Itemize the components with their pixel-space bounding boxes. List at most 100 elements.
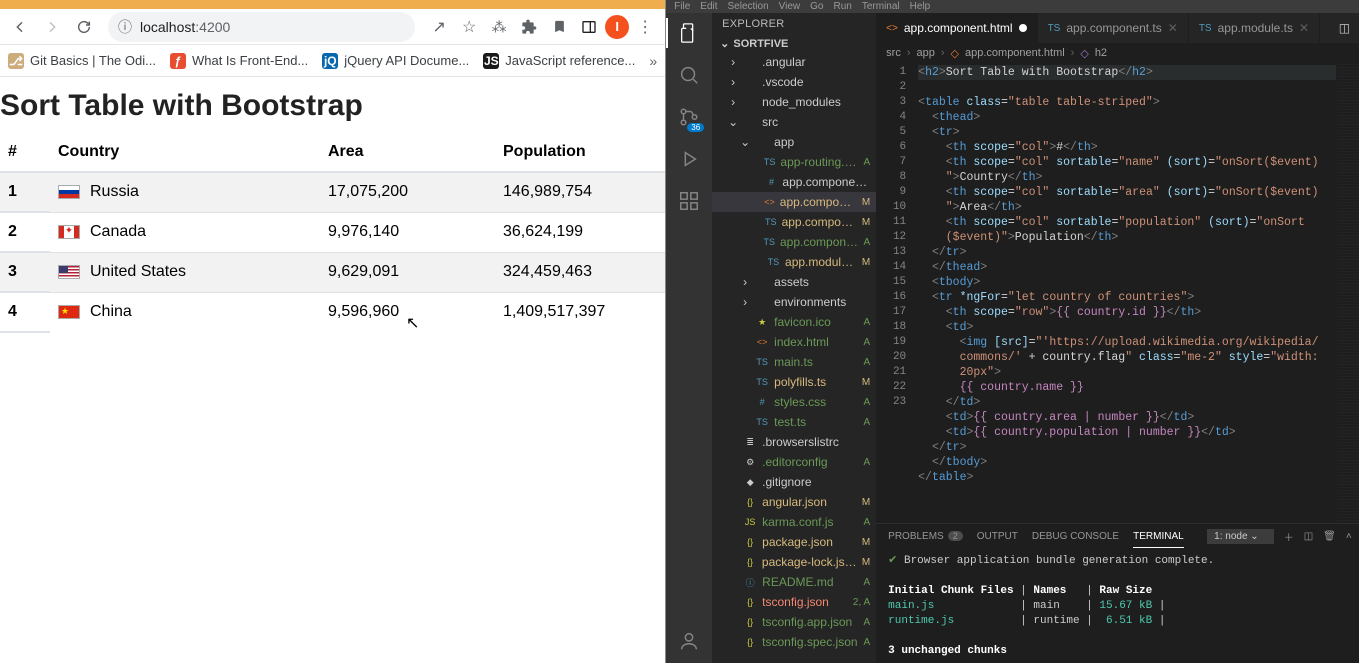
url-bar[interactable]: ⓘ localhost:4200: [108, 12, 415, 42]
page-content: Sort Table with Bootstrap # Country Area…: [0, 77, 665, 663]
explorer-title: EXPLORER: [712, 13, 876, 35]
file-tree-item[interactable]: {}tsconfig.spec.jsonA: [712, 632, 876, 652]
cell-population: 1,409,517,397: [495, 292, 665, 332]
browser-window: ⓘ localhost:4200 ↗ ☆ ⁂ I ⋮ ⎇Git Basics |…: [0, 0, 666, 663]
file-tree-item[interactable]: TSpolyfills.tsM: [712, 372, 876, 392]
file-tree-item[interactable]: TSmain.tsA: [712, 352, 876, 372]
tab-problems[interactable]: PROBLEMS2: [888, 528, 963, 545]
cell-area: 9,629,091: [320, 252, 495, 292]
cell-country: Russia: [50, 172, 320, 212]
bookmarks-bar: ⎇Git Basics | The Odi... ƒWhat Is Front-…: [0, 45, 665, 77]
search-tab-icon[interactable]: [677, 63, 701, 87]
file-tree-item[interactable]: {}package-lock.jsonM: [712, 552, 876, 572]
cell-country: ✦Canada: [50, 212, 320, 252]
workspace-name[interactable]: ⌄SORTFIVE: [712, 35, 876, 52]
debug-tab-icon[interactable]: [677, 147, 701, 171]
file-tree-item[interactable]: <>app.component.htmlM: [712, 192, 876, 212]
tab-terminal[interactable]: TERMINAL: [1133, 528, 1184, 545]
reload-button[interactable]: [70, 13, 98, 41]
cell-area: 9,596,960: [320, 292, 495, 332]
panel-icon[interactable]: [575, 13, 603, 41]
vscode-window: FileEditSelectionViewGoRunTerminalHelp 3…: [666, 0, 1359, 663]
file-tree-item[interactable]: #app.component.css: [712, 172, 876, 192]
terminal-output[interactable]: ✔ Browser application bundle generation …: [876, 548, 1359, 663]
table-row: 2 ✦Canada 9,976,140 36,624,199: [0, 212, 665, 252]
file-tree-item[interactable]: TSapp-routing.module.tsA: [712, 152, 876, 172]
bookmark-item[interactable]: ƒWhat Is Front-End...: [170, 53, 308, 69]
file-tree-item[interactable]: ⚙.editorconfigA: [712, 452, 876, 472]
split-editor-icon[interactable]: ◫: [1339, 21, 1350, 35]
site-info-icon[interactable]: ⓘ: [118, 17, 132, 37]
extensions-tab-icon[interactable]: [677, 189, 701, 213]
reading-list-icon[interactable]: [545, 13, 573, 41]
editor[interactable]: 1234567891011121314151617181920212223 <h…: [876, 63, 1359, 523]
breadcrumb[interactable]: src› app› ◇app.component.html› ◇h2: [876, 43, 1359, 63]
row-index: 4: [0, 292, 50, 332]
terminal-selector[interactable]: 1: node ⌄: [1207, 529, 1274, 544]
row-index: 2: [0, 212, 50, 252]
browser-menu-icon[interactable]: ⋮: [631, 13, 659, 41]
file-tree-item[interactable]: TSapp.component.spec.tsA: [712, 232, 876, 252]
file-tree-item[interactable]: ›assets: [712, 272, 876, 292]
table-row: 1 Russia 17,075,200 146,989,754: [0, 172, 665, 212]
file-tree-item[interactable]: TSapp.component.tsM: [712, 212, 876, 232]
file-tree-item[interactable]: ›node_modules: [712, 92, 876, 112]
bookmark-item[interactable]: jQjQuery API Docume...: [322, 53, 469, 69]
file-tree-item[interactable]: {}angular.jsonM: [712, 492, 876, 512]
file-tree-item[interactable]: ⓘREADME.mdA: [712, 572, 876, 592]
file-tree-item[interactable]: ★favicon.icoA: [712, 312, 876, 332]
file-tree-item[interactable]: ≣.browserslistrc: [712, 432, 876, 452]
back-button[interactable]: [6, 13, 34, 41]
explorer-tab-icon[interactable]: [677, 21, 701, 45]
file-tree-item[interactable]: TStest.tsA: [712, 412, 876, 432]
profile-avatar[interactable]: I: [605, 15, 629, 39]
file-tree-item[interactable]: ›environments: [712, 292, 876, 312]
file-tree-item[interactable]: <>index.htmlA: [712, 332, 876, 352]
file-tree-item[interactable]: ⌄src: [712, 112, 876, 132]
row-index: 1: [0, 172, 50, 212]
ext-icon[interactable]: ⁂: [485, 13, 513, 41]
vscode-menubar[interactable]: FileEditSelectionViewGoRunTerminalHelp: [666, 0, 1359, 13]
editor-tab[interactable]: <>app.component.html: [876, 13, 1037, 43]
col-area[interactable]: Area: [320, 133, 495, 172]
split-terminal-icon[interactable]: ◫: [1304, 531, 1313, 542]
forward-button[interactable]: [38, 13, 66, 41]
file-tree-item[interactable]: ◆.gitignore: [712, 472, 876, 492]
file-tree-item[interactable]: #styles.cssA: [712, 392, 876, 412]
browser-toolbar: ⓘ localhost:4200 ↗ ☆ ⁂ I ⋮: [0, 9, 665, 45]
editor-tab[interactable]: TSapp.component.ts✕: [1038, 13, 1189, 43]
table-row: 3 United States 9,629,091 324,459,463: [0, 252, 665, 292]
bookmarks-overflow-icon[interactable]: »: [649, 53, 657, 69]
col-country[interactable]: Country: [50, 133, 320, 172]
countries-table: # Country Area Population 1 Russia 17,07…: [0, 133, 665, 333]
file-tree-item[interactable]: TSapp.module.tsM: [712, 252, 876, 272]
cell-population: 36,624,199: [495, 212, 665, 252]
accounts-icon[interactable]: [677, 629, 701, 653]
cell-country: United States: [50, 252, 320, 292]
scm-tab-icon[interactable]: 36: [677, 105, 701, 129]
tab-output[interactable]: OUTPUT: [977, 528, 1018, 545]
file-tree-item[interactable]: ›.angular: [712, 52, 876, 72]
tab-debug-console[interactable]: DEBUG CONSOLE: [1032, 528, 1119, 545]
file-tree-item[interactable]: {}tsconfig.json2, A: [712, 592, 876, 612]
bookmark-item[interactable]: ⎇Git Basics | The Odi...: [8, 53, 156, 69]
row-index: 3: [0, 252, 50, 292]
share-icon[interactable]: ↗: [425, 13, 453, 41]
new-terminal-icon[interactable]: ＋: [1284, 529, 1294, 544]
file-tree-item[interactable]: ⌄app: [712, 132, 876, 152]
bookmark-star-icon[interactable]: ☆: [455, 13, 483, 41]
extensions-icon[interactable]: [515, 13, 543, 41]
bookmark-item[interactable]: JSJavaScript reference...: [483, 53, 635, 69]
editor-tabs: <>app.component.htmlTSapp.component.ts✕T…: [876, 13, 1359, 43]
col-index[interactable]: #: [0, 133, 50, 172]
file-tree-item[interactable]: {}package.jsonM: [712, 532, 876, 552]
maximize-panel-icon[interactable]: ˄: [1346, 531, 1352, 542]
activity-bar: 36: [666, 13, 712, 663]
file-tree-item[interactable]: JSkarma.conf.jsA: [712, 512, 876, 532]
kill-terminal-icon[interactable]: 🗑: [1323, 531, 1336, 542]
col-population[interactable]: Population: [495, 133, 665, 172]
minimap[interactable]: [1336, 63, 1359, 523]
file-tree-item[interactable]: ›.vscode: [712, 72, 876, 92]
file-tree-item[interactable]: {}tsconfig.app.jsonA: [712, 612, 876, 632]
editor-tab[interactable]: TSapp.module.ts✕: [1189, 13, 1320, 43]
